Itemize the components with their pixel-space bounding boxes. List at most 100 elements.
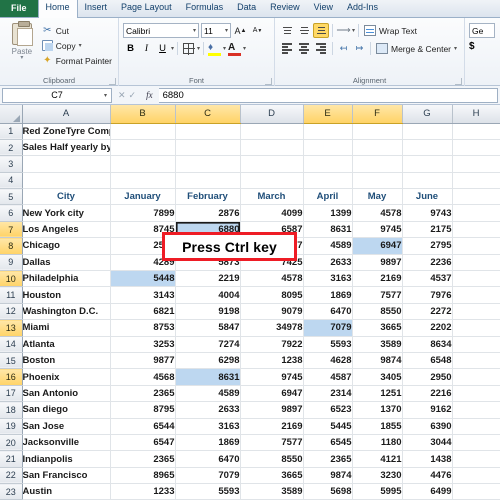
cell-D23[interactable]: 3589	[240, 483, 304, 500]
column-header-E[interactable]: E	[303, 105, 353, 124]
cell-H8[interactable]	[452, 237, 500, 255]
cell-B16[interactable]: 4568	[110, 368, 176, 386]
cell-B12[interactable]: 6821	[110, 303, 176, 321]
cell-D14[interactable]: 7922	[240, 336, 304, 353]
cell-E9[interactable]: 2633	[303, 254, 353, 272]
cell-E14[interactable]: 5593	[303, 336, 353, 353]
column-header-A[interactable]: A	[22, 105, 111, 124]
cell-H20[interactable]	[452, 434, 500, 452]
ribbon-tab-data[interactable]: Data	[230, 0, 263, 17]
cell-G6[interactable]: 9743	[402, 204, 453, 222]
cell-A9[interactable]: Dallas	[22, 254, 111, 272]
cell-F4[interactable]	[352, 172, 403, 190]
cell-D22[interactable]: 3665	[240, 467, 304, 485]
name-box[interactable]: C7 ▾	[2, 87, 112, 103]
cell-F21[interactable]: 4121	[352, 450, 403, 468]
format-painter-button[interactable]: ✦ Format Painter	[40, 53, 114, 68]
cell-H3[interactable]	[452, 155, 500, 173]
cell-E17[interactable]: 2314	[303, 385, 353, 403]
cancel-formula-icon[interactable]: ✕	[118, 90, 126, 101]
cell-G5[interactable]: June	[402, 188, 453, 206]
cell-B20[interactable]: 6547	[110, 434, 176, 452]
cell-F9[interactable]: 9897	[352, 254, 403, 272]
cell-E21[interactable]: 2365	[303, 450, 353, 468]
row-header-7[interactable]: 7	[0, 221, 23, 239]
row-header-8[interactable]: 8	[0, 237, 23, 255]
cell-E5[interactable]: April	[303, 188, 353, 206]
cell-H21[interactable]	[452, 450, 500, 468]
cell-G23[interactable]: 6499	[402, 483, 453, 500]
cell-E18[interactable]: 6523	[303, 401, 353, 419]
cell-E3[interactable]	[303, 155, 353, 173]
cell-F7[interactable]: 9745	[352, 221, 403, 239]
cell-C17[interactable]: 4589	[175, 385, 241, 403]
row-header-21[interactable]: 21	[0, 450, 23, 468]
cell-B5[interactable]: January	[110, 188, 176, 206]
paste-caret-icon[interactable]: ▾	[20, 55, 23, 61]
cell-C13[interactable]: 5847	[175, 319, 241, 337]
cell-A10[interactable]: Philadelphia	[22, 270, 111, 288]
cell-A15[interactable]: Boston	[22, 352, 111, 370]
cell-G15[interactable]: 6548	[402, 352, 453, 370]
align-middle-button[interactable]	[296, 23, 312, 38]
row-header-20[interactable]: 20	[0, 434, 23, 452]
column-header-D[interactable]: D	[240, 105, 304, 124]
cell-C1[interactable]	[175, 123, 241, 140]
cell-D17[interactable]: 6947	[240, 385, 304, 403]
cell-E10[interactable]: 3163	[303, 270, 353, 288]
row-header-14[interactable]: 14	[0, 336, 23, 353]
cell-F2[interactable]	[352, 139, 403, 157]
cell-A6[interactable]: New York city	[22, 204, 111, 222]
cell-D10[interactable]: 4578	[240, 270, 304, 288]
name-box-caret-icon[interactable]: ▾	[104, 92, 107, 99]
decrease-indent-button[interactable]: ↤	[336, 41, 351, 56]
row-header-15[interactable]: 15	[0, 352, 23, 370]
cell-A23[interactable]: Austin	[22, 483, 111, 500]
cell-H19[interactable]	[452, 418, 500, 435]
cell-B15[interactable]: 9877	[110, 352, 176, 370]
cell-C19[interactable]: 3163	[175, 418, 241, 435]
shrink-font-button[interactable]: A ▼	[250, 23, 265, 38]
cell-A22[interactable]: San Francisco	[22, 467, 111, 485]
cell-G8[interactable]: 2795	[402, 237, 453, 255]
cell-A13[interactable]: Miami	[22, 319, 111, 337]
cell-B22[interactable]: 8965	[110, 467, 176, 485]
wrap-text-button[interactable]: Wrap Text	[362, 23, 419, 38]
italic-button[interactable]: I	[139, 41, 154, 56]
cell-F10[interactable]: 2169	[352, 270, 403, 288]
cell-G9[interactable]: 2236	[402, 254, 453, 272]
grow-font-button[interactable]: A ▲	[233, 23, 248, 38]
cell-H18[interactable]	[452, 401, 500, 419]
align-center-button[interactable]	[296, 41, 312, 56]
cell-D19[interactable]: 2169	[240, 418, 304, 435]
cell-A8[interactable]: Chicago	[22, 237, 111, 255]
row-header-10[interactable]: 10	[0, 270, 23, 288]
cell-D11[interactable]: 8095	[240, 286, 304, 304]
cell-C4[interactable]	[175, 172, 241, 190]
cell-H17[interactable]	[452, 385, 500, 403]
cell-E4[interactable]	[303, 172, 353, 190]
cell-B4[interactable]	[110, 172, 176, 190]
cell-G19[interactable]: 6390	[402, 418, 453, 435]
cell-B14[interactable]: 3253	[110, 336, 176, 353]
cell-C6[interactable]: 2876	[175, 204, 241, 222]
row-header-12[interactable]: 12	[0, 303, 23, 321]
number-format-combobox[interactable]: Ge	[469, 23, 495, 38]
cell-C16[interactable]: 8631	[175, 368, 241, 386]
ribbon-tab-insert[interactable]: Insert	[78, 0, 115, 17]
cell-F8[interactable]: 6947	[352, 237, 403, 255]
underline-caret-icon[interactable]: ▾	[171, 45, 174, 52]
align-left-button[interactable]	[279, 41, 295, 56]
cell-D5[interactable]: March	[240, 188, 304, 206]
cell-G3[interactable]	[402, 155, 453, 173]
row-header-1[interactable]: 1	[0, 123, 23, 140]
column-header-C[interactable]: C	[175, 105, 241, 124]
column-header-F[interactable]: F	[352, 105, 403, 124]
cell-E16[interactable]: 4587	[303, 368, 353, 386]
row-header-19[interactable]: 19	[0, 418, 23, 435]
font-size-combobox[interactable]: 11 ▾	[201, 23, 231, 38]
cell-A12[interactable]: Washington D.C.	[22, 303, 111, 321]
worksheet-grid[interactable]: ABCDEFGH 1Red ZoneTyre Company2Sales Hal…	[0, 105, 500, 500]
row-header-4[interactable]: 4	[0, 172, 23, 190]
cell-D12[interactable]: 9079	[240, 303, 304, 321]
